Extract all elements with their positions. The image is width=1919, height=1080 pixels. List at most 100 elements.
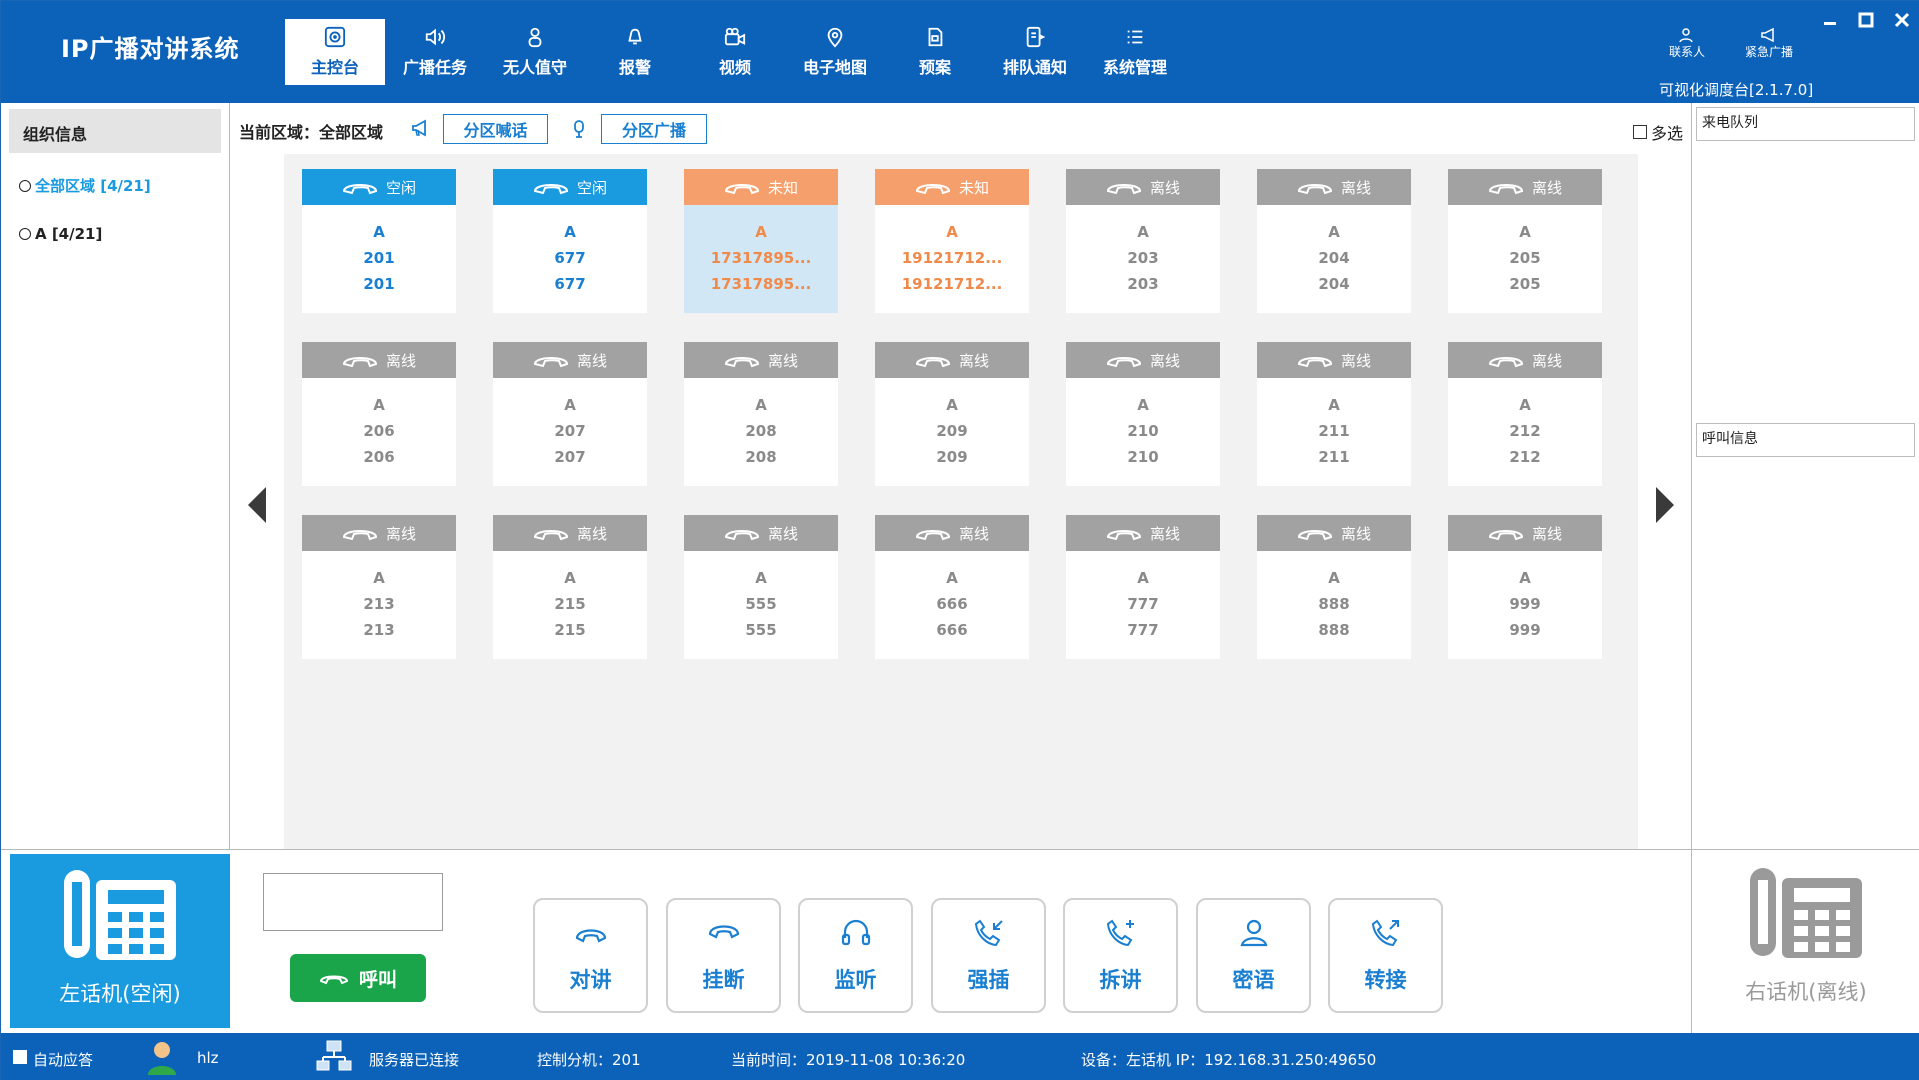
terminal-card[interactable]: 离线 A 209 209 [875,342,1029,486]
nav-item-alarm[interactable]: 报警 [585,19,685,85]
multi-select-checkbox[interactable]: 多选 [1633,120,1683,144]
nav-item-unattended[interactable]: 无人值守 [485,19,585,85]
terminal-name: 999 [1509,621,1541,639]
nav-item-queue-notice[interactable]: 排队通知 [985,19,1085,85]
terminal-number: 204 [1318,249,1350,267]
nav-item-e-map[interactable]: 电子地图 [785,19,885,85]
barge-in-icon [974,919,1003,946]
whisper-button[interactable]: 密语 [1196,898,1311,1013]
monitor-button[interactable]: 监听 [798,898,913,1013]
terminal-status-label: 离线 [958,524,989,543]
barge-in-button[interactable]: 强插 [931,898,1046,1013]
terminal-name: 206 [363,448,395,466]
handset-icon [533,530,568,541]
zone-broadcast-button[interactable]: 分区广播 [601,114,707,144]
terminal-number: 215 [554,595,586,613]
minimize-icon[interactable] [1821,11,1839,29]
intercom-button[interactable]: 对讲 [533,898,648,1013]
terminal-info: A 777 777 [1066,551,1220,659]
prev-page-arrow-icon[interactable] [246,485,268,525]
terminal-card[interactable]: 空闲 A 201 201 [302,169,456,313]
handset-icon [1488,184,1523,195]
hangup-button[interactable]: 挂断 [666,898,781,1013]
nav-item-video[interactable]: 视频 [685,19,785,85]
app-window: IP广播对讲系统 主控台 广播任务 无人值守 报警 视频 电子地图 预案 排队通… [0,0,1919,1080]
terminal-status-label: 空闲 [576,178,607,197]
terminal-card[interactable]: 离线 A 203 203 [1066,169,1220,313]
terminal-card[interactable]: 离线 A 211 211 [1257,342,1411,486]
terminal-area: A [1519,396,1531,414]
terminal-info: A 212 212 [1448,378,1602,486]
org-sidebar: 组织信息 全部区域 [4/21] A [4/21] [1,103,230,849]
terminal-status-bar: 离线 [1257,515,1411,551]
terminal-status-label: 离线 [1531,524,1562,543]
dial-number-input[interactable] [263,873,443,931]
app-title: IP广播对讲系统 [61,35,240,63]
terminal-status-label: 离线 [958,351,989,370]
zone-talk-button[interactable]: 分区喊话 [443,114,548,144]
call-button[interactable]: 呼叫 [290,954,426,1002]
checkbox-icon [1633,125,1647,139]
nav-label: 报警 [618,58,651,77]
terminal-card[interactable]: 离线 A 212 212 [1448,342,1602,486]
terminal-area: A [373,569,385,587]
next-page-arrow-icon[interactable] [1654,485,1676,525]
split-call-button[interactable]: 拆讲 [1063,898,1178,1013]
terminal-card[interactable]: 离线 A 205 205 [1448,169,1602,313]
nav-label: 无人值守 [502,58,567,77]
tree-item-all-areas[interactable]: 全部区域 [4/21] [19,175,151,196]
terminal-status-label: 离线 [1340,524,1371,543]
terminal-status-label: 离线 [385,351,416,370]
terminal-name: 201 [363,275,395,293]
terminal-card[interactable]: 离线 A 777 777 [1066,515,1220,659]
terminal-status-label: 离线 [1340,351,1371,370]
terminal-card[interactable]: 离线 A 206 206 [302,342,456,486]
megaphone-icon [412,119,426,137]
terminal-card[interactable]: 未知 A 17317895... 17317895... [684,169,838,313]
right-phone-button[interactable]: 右话机(离线) [1691,850,1919,1034]
nav-item-system-admin[interactable]: 系统管理 [1085,19,1185,85]
megaphone-icon [1761,27,1774,43]
terminal-status-label: 离线 [1149,178,1180,197]
device-info: 设备：左话机 IP：192.168.31.250:49650 [1081,1051,1377,1069]
terminal-card[interactable]: 离线 A 207 207 [493,342,647,486]
terminal-status-bar: 离线 [684,342,838,378]
terminal-card[interactable]: 离线 A 555 555 [684,515,838,659]
terminal-card[interactable]: 离线 A 208 208 [684,342,838,486]
left-phone-button[interactable]: 左话机(空闲) [10,854,230,1028]
terminal-card[interactable]: 离线 A 999 999 [1448,515,1602,659]
auto-answer-checkbox[interactable] [13,1050,27,1064]
header-bar: IP广播对讲系统 主控台 广播任务 无人值守 报警 视频 电子地图 预案 排队通… [1,1,1919,103]
terminal-area: A [564,569,576,587]
terminal-number: 210 [1127,422,1159,440]
terminal-info: A 208 208 [684,378,838,486]
terminal-name: 19121712... [901,275,1003,293]
close-icon[interactable] [1893,11,1911,29]
terminal-card[interactable]: 离线 A 888 888 [1257,515,1411,659]
terminal-status-label: 未知 [958,178,989,197]
terminal-card[interactable]: 离线 A 210 210 [1066,342,1220,486]
emergency-broadcast-button[interactable]: 紧急广播 [1745,27,1793,60]
headset-icon [841,919,870,945]
maximize-icon[interactable] [1857,11,1875,29]
incoming-queue-box[interactable]: 来电队列 [1696,107,1915,141]
terminal-info: A 677 677 [493,205,647,313]
call-info-box[interactable]: 呼叫信息 [1696,423,1915,457]
terminal-info: A 203 203 [1066,205,1220,313]
terminal-card[interactable]: 离线 A 215 215 [493,515,647,659]
terminal-card[interactable]: 未知 A 19121712... 19121712... [875,169,1029,313]
terminal-card[interactable]: 离线 A 213 213 [302,515,456,659]
terminal-card[interactable]: 离线 A 204 204 [1257,169,1411,313]
terminal-card[interactable]: 离线 A 666 666 [875,515,1029,659]
handset-icon [319,975,348,985]
terminal-status-bar: 离线 [302,342,456,378]
nav-item-console[interactable]: 主控台 [285,19,385,85]
transfer-button[interactable]: 转接 [1328,898,1443,1013]
nav-item-broadcast-task[interactable]: 广播任务 [385,19,485,85]
terminal-status-bar: 未知 [875,169,1029,205]
terminal-card[interactable]: 空闲 A 677 677 [493,169,647,313]
nav-item-plan[interactable]: 预案 [885,19,985,85]
terminal-status-label: 离线 [576,351,607,370]
contacts-button[interactable]: 联系人 [1669,27,1705,60]
tree-item-area-a[interactable]: A [4/21] [19,225,102,243]
